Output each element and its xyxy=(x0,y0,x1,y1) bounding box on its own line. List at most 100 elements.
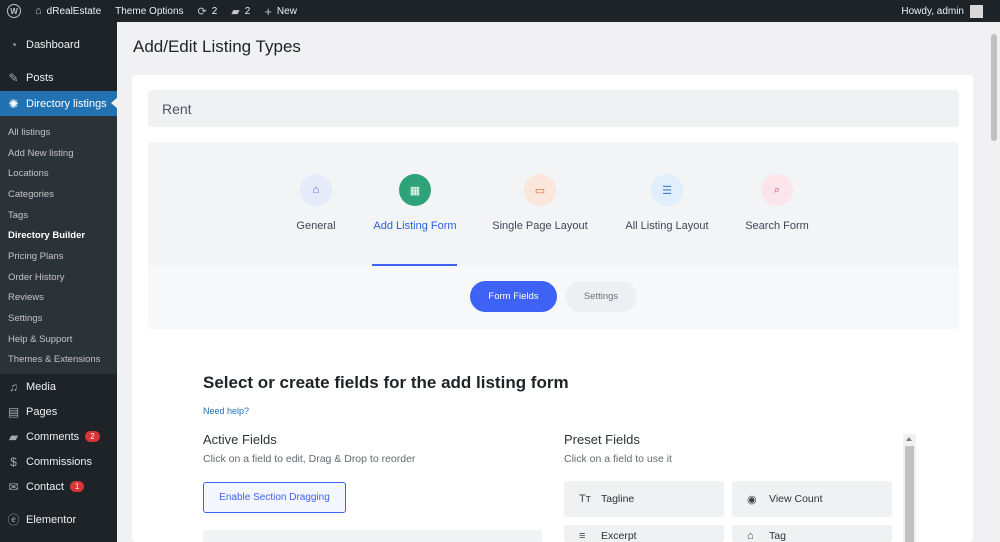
menu-label: Commissions xyxy=(26,455,93,468)
new-label: New xyxy=(276,5,297,17)
gear-icon: ✺ xyxy=(8,96,19,111)
menu-pages[interactable]: ▤ Pages xyxy=(0,399,117,424)
menu-label: Posts xyxy=(26,71,54,84)
tab-general[interactable]: ⌂ General xyxy=(283,174,349,232)
submenu-label: Categories xyxy=(8,188,54,200)
new-content-link[interactable]: + New xyxy=(257,0,304,22)
active-fields-subtitle: Click on a field to edit, Drag & Drop to… xyxy=(203,453,416,465)
preset-label: Tagline xyxy=(601,493,635,505)
media-icon: ♫ xyxy=(9,379,18,394)
comment-icon: ▰ xyxy=(8,429,19,444)
tab-label: Add Listing Form xyxy=(373,220,457,232)
preset-field-tagline[interactable]: Tт Tagline xyxy=(564,481,724,517)
menu-elementor[interactable]: ⓔ Elementor xyxy=(0,507,117,532)
submenu-all-listings[interactable]: All listings xyxy=(0,122,117,143)
contact-badge: 1 xyxy=(69,481,85,493)
updates-count: 2 xyxy=(211,5,218,17)
menu-label: Media xyxy=(26,380,56,393)
subtab-settings[interactable]: Settings xyxy=(565,281,637,312)
menu-contact[interactable]: ✉ Contact 1 xyxy=(0,474,117,499)
admin-bar: W ⌂ dRealEstate Theme Options ⟳ 2 ▰ 2 + … xyxy=(0,0,1000,22)
page-scrollbar-thumb[interactable] xyxy=(991,34,997,141)
preset-field-view-count[interactable]: ◉ View Count xyxy=(732,481,892,517)
menu-dashboard[interactable]: ◔ Dashboard xyxy=(0,32,117,57)
subtab-form-fields[interactable]: Form Fields xyxy=(470,281,557,312)
pin-icon: ✎ xyxy=(8,70,19,85)
eye-icon: ◉ xyxy=(747,493,757,506)
menu-media[interactable]: ♫ Media xyxy=(0,374,117,399)
submenu-label: Add New listing xyxy=(8,147,74,159)
submenu-order-history[interactable]: Order History xyxy=(0,267,117,288)
submenu-themes-extensions[interactable]: Themes & Extensions xyxy=(0,350,117,371)
submenu-locations[interactable]: Locations xyxy=(0,163,117,184)
dollar-icon: $ xyxy=(10,454,17,469)
search-icon: ⌕ xyxy=(761,174,793,206)
preset-fields-scrollbar[interactable] xyxy=(903,434,916,542)
home-icon: ⌂ xyxy=(300,174,332,206)
menu-label: Comments xyxy=(26,430,80,443)
page-title: Add/Edit Listing Types xyxy=(133,37,301,56)
submenu-tags[interactable]: Tags xyxy=(0,205,117,226)
submenu-label: Locations xyxy=(8,168,49,180)
submenu-label: Help & Support xyxy=(8,333,73,345)
elementor-icon: ⓔ xyxy=(7,513,20,528)
text-icon: Tт xyxy=(579,493,591,505)
tab-label: All Listing Layout xyxy=(625,220,709,232)
tab-search-form[interactable]: ⌕ Search Form xyxy=(742,174,812,232)
submenu-pricing-plans[interactable]: Pricing Plans xyxy=(0,246,117,267)
theme-options-link[interactable]: Theme Options xyxy=(108,0,190,22)
scrollbar-thumb[interactable] xyxy=(905,446,914,542)
subtab-label: Form Fields xyxy=(488,291,539,302)
preset-fields-subtitle: Click on a field to use it xyxy=(564,453,672,465)
tab-all-listing-layout[interactable]: ☰ All Listing Layout xyxy=(619,174,715,232)
page-scrollbar[interactable] xyxy=(988,22,1000,542)
preset-label: Tag xyxy=(769,530,786,542)
home-icon: ⌂ xyxy=(35,5,42,17)
need-help-link[interactable]: Need help? xyxy=(203,406,249,416)
submenu-help-support[interactable]: Help & Support xyxy=(0,329,117,350)
submenu-categories[interactable]: Categories xyxy=(0,184,117,205)
submenu-settings[interactable]: Settings xyxy=(0,308,117,329)
preset-field-excerpt[interactable]: ≡ Excerpt xyxy=(564,525,724,542)
enable-section-dragging-button[interactable]: Enable Section Dragging xyxy=(203,482,346,513)
comments-link[interactable]: ▰ 2 xyxy=(224,0,257,22)
tab-single-page-layout[interactable]: ▭ Single Page Layout xyxy=(489,174,591,232)
lines-icon: ≡ xyxy=(579,530,586,542)
plus-icon: + xyxy=(264,3,272,19)
active-field-section[interactable] xyxy=(203,530,542,542)
form-icon: ▦ xyxy=(399,174,431,206)
submenu-label: Reviews xyxy=(8,292,44,304)
menu-label: Pages xyxy=(26,405,58,418)
updates-link[interactable]: ⟳ 2 xyxy=(191,0,225,22)
layout-icon: ▭ xyxy=(524,174,556,206)
listing-type-name-field[interactable]: Rent xyxy=(148,90,959,127)
menu-commissions[interactable]: $ Commissions xyxy=(0,449,117,474)
wordpress-menu[interactable]: W xyxy=(0,0,28,22)
menu-label: Dashboard xyxy=(26,38,80,51)
menu-label: Elementor xyxy=(26,513,77,526)
avatar xyxy=(970,4,983,18)
menu-label: Contact xyxy=(26,480,64,493)
submenu-label: Directory Builder xyxy=(8,230,86,242)
site-name-link[interactable]: ⌂ dRealEstate xyxy=(28,0,108,22)
updates-icon: ⟳ xyxy=(197,5,207,18)
comments-count: 2 xyxy=(244,5,251,17)
tab-add-listing-form[interactable]: ▦ Add Listing Form xyxy=(368,174,462,232)
menu-directory-listings[interactable]: ✺ Directory listings xyxy=(0,91,118,116)
submenu-label: Order History xyxy=(8,271,65,283)
preset-field-tag[interactable]: ⌂ Tag xyxy=(732,525,892,542)
dashboard-icon: ◔ xyxy=(9,37,18,52)
menu-posts[interactable]: ✎ Posts xyxy=(0,65,117,90)
submenu-reviews[interactable]: Reviews xyxy=(0,288,117,309)
submenu-label: Themes & Extensions xyxy=(8,354,101,366)
submenu-add-new-listing[interactable]: Add New listing xyxy=(0,143,117,164)
preset-label: Excerpt xyxy=(601,530,637,542)
menu-comments[interactable]: ▰ Comments 2 xyxy=(0,424,117,449)
theme-options-label: Theme Options xyxy=(115,5,184,17)
scroll-up-icon[interactable] xyxy=(906,437,912,441)
comments-badge: 2 xyxy=(85,431,100,443)
submenu-directory-builder[interactable]: Directory Builder xyxy=(0,225,117,246)
submenu-label: Settings xyxy=(8,313,43,325)
account-menu[interactable]: Howdy, admin xyxy=(901,4,1000,18)
directory-submenu: All listings Add New listing Locations C… xyxy=(0,116,117,375)
